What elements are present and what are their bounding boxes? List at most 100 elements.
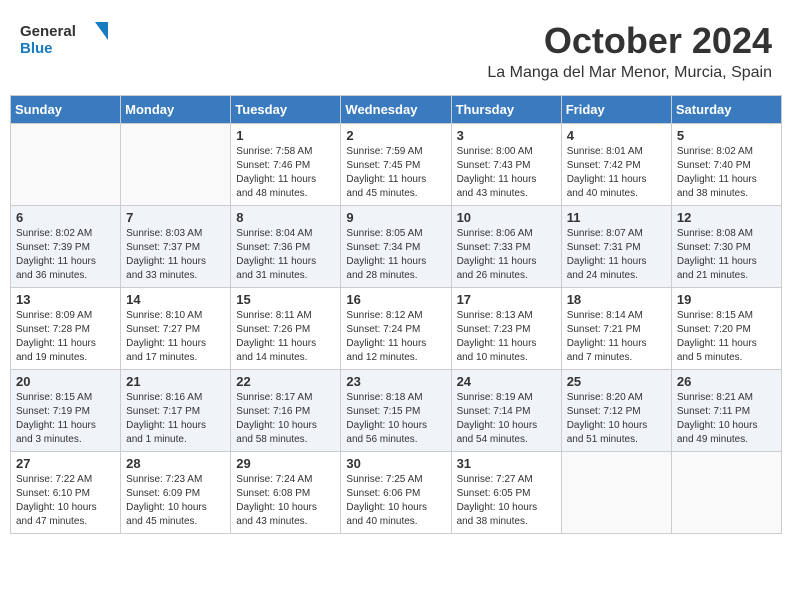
day-number: 3 xyxy=(457,128,556,143)
day-number: 12 xyxy=(677,210,776,225)
calendar-day-cell: 5Sunrise: 8:02 AMSunset: 7:40 PMDaylight… xyxy=(671,124,781,206)
day-info: Sunrise: 8:21 AMSunset: 7:11 PMDaylight:… xyxy=(677,391,776,447)
calendar-day-cell: 11 Sunrise: 8:07 AMSunset: 7:31 PMDayligh… xyxy=(561,206,671,288)
calendar-day-cell: 14 Sunrise: 8:10 AMSunset: 7:27 PMDayligh… xyxy=(121,288,231,370)
day-number: 4 xyxy=(567,128,666,143)
calendar-table: SundayMondayTuesdayWednesdayThursdayFrid… xyxy=(10,95,782,534)
calendar-day-cell: 10 Sunrise: 8:06 AMSunset: 7:33 PMDayligh… xyxy=(451,206,561,288)
page-header: General Blue October 2024 La Manga del M… xyxy=(10,10,782,87)
day-info: Sunrise: 8:13 AMSunset: 7:23 PMDaylight:… xyxy=(457,309,556,365)
calendar-day-cell: 7 Sunrise: 8:03 AMSunset: 7:37 PMDaylight… xyxy=(121,206,231,288)
calendar-day-cell: 4 Sunrise: 8:01 AMSunset: 7:42 PMDaylight… xyxy=(561,124,671,206)
day-number: 8 xyxy=(236,210,335,225)
calendar-week-row: 6Sunrise: 8:02 AMSunset: 7:39 PMDaylight… xyxy=(11,206,782,288)
weekday-header-row: SundayMondayTuesdayWednesdayThursdayFrid… xyxy=(11,96,782,124)
day-number: 15 xyxy=(236,292,335,307)
day-info: Sunrise: 8:07 AMSunset: 7:31 PMDaylight:… xyxy=(567,227,666,283)
day-number: 24 xyxy=(457,374,556,389)
day-number: 13 xyxy=(16,292,115,307)
calendar-day-cell xyxy=(671,452,781,534)
calendar-week-row: 27Sunrise: 7:22 AMSunset: 6:10 PMDayligh… xyxy=(11,452,782,534)
calendar-day-cell: 31 Sunrise: 7:27 AMSunset: 6:05 PMDayligh… xyxy=(451,452,561,534)
day-number: 11 xyxy=(567,210,666,225)
weekday-header-cell: Thursday xyxy=(451,96,561,124)
day-info: Sunrise: 7:23 AMSunset: 6:09 PMDaylight:… xyxy=(126,473,225,529)
day-number: 14 xyxy=(126,292,225,307)
day-info: Sunrise: 8:01 AMSunset: 7:42 PMDaylight:… xyxy=(567,145,666,201)
calendar-day-cell: 17 Sunrise: 8:13 AMSunset: 7:23 PMDayligh… xyxy=(451,288,561,370)
day-info: Sunrise: 7:27 AMSunset: 6:05 PMDaylight:… xyxy=(457,473,556,529)
calendar-day-cell: 22Sunrise: 8:17 AMSunset: 7:16 PMDayligh… xyxy=(231,370,341,452)
calendar-day-cell: 27Sunrise: 7:22 AMSunset: 6:10 PMDayligh… xyxy=(11,452,121,534)
day-info: Sunrise: 8:19 AMSunset: 7:14 PMDaylight:… xyxy=(457,391,556,447)
calendar-day-cell xyxy=(561,452,671,534)
day-info: Sunrise: 7:22 AMSunset: 6:10 PMDaylight:… xyxy=(16,473,115,529)
day-number: 30 xyxy=(346,456,445,471)
day-info: Sunrise: 8:04 AMSunset: 7:36 PMDaylight:… xyxy=(236,227,335,283)
day-info: Sunrise: 8:02 AMSunset: 7:40 PMDaylight:… xyxy=(677,145,776,201)
location-title: La Manga del Mar Menor, Murcia, Spain xyxy=(487,64,772,82)
day-info: Sunrise: 8:17 AMSunset: 7:16 PMDaylight:… xyxy=(236,391,335,447)
calendar-day-cell: 19 Sunrise: 8:15 AMSunset: 7:20 PMDayligh… xyxy=(671,288,781,370)
calendar-day-cell: 9 Sunrise: 8:05 AMSunset: 7:34 PMDaylight… xyxy=(341,206,451,288)
day-number: 29 xyxy=(236,456,335,471)
day-info: Sunrise: 7:59 AMSunset: 7:45 PMDaylight:… xyxy=(346,145,445,201)
day-info: Sunrise: 8:14 AMSunset: 7:21 PMDaylight:… xyxy=(567,309,666,365)
day-info: Sunrise: 8:05 AMSunset: 7:34 PMDaylight:… xyxy=(346,227,445,283)
calendar-day-cell: 25 Sunrise: 8:20 AMSunset: 7:12 PMDayligh… xyxy=(561,370,671,452)
calendar-day-cell: 28 Sunrise: 7:23 AMSunset: 6:09 PMDayligh… xyxy=(121,452,231,534)
day-info: Sunrise: 8:00 AMSunset: 7:43 PMDaylight:… xyxy=(457,145,556,201)
weekday-header-cell: Wednesday xyxy=(341,96,451,124)
day-number: 7 xyxy=(126,210,225,225)
calendar-day-cell: 30 Sunrise: 7:25 AMSunset: 6:06 PMDayligh… xyxy=(341,452,451,534)
logo-container: General Blue xyxy=(20,20,110,67)
day-number: 25 xyxy=(567,374,666,389)
calendar-day-cell: 18 Sunrise: 8:14 AMSunset: 7:21 PMDayligh… xyxy=(561,288,671,370)
day-info: Sunrise: 8:10 AMSunset: 7:27 PMDaylight:… xyxy=(126,309,225,365)
day-number: 17 xyxy=(457,292,556,307)
day-info: Sunrise: 8:15 AMSunset: 7:20 PMDaylight:… xyxy=(677,309,776,365)
day-info: Sunrise: 8:18 AMSunset: 7:15 PMDaylight:… xyxy=(346,391,445,447)
day-number: 18 xyxy=(567,292,666,307)
calendar-body: 1Sunrise: 7:58 AMSunset: 7:46 PMDaylight… xyxy=(11,124,782,534)
calendar-day-cell: 15Sunrise: 8:11 AMSunset: 7:26 PMDayligh… xyxy=(231,288,341,370)
day-number: 2 xyxy=(346,128,445,143)
day-number: 31 xyxy=(457,456,556,471)
day-info: Sunrise: 8:08 AMSunset: 7:30 PMDaylight:… xyxy=(677,227,776,283)
calendar-day-cell: 26 Sunrise: 8:21 AMSunset: 7:11 PMDayligh… xyxy=(671,370,781,452)
logo: General Blue xyxy=(20,20,110,67)
day-info: Sunrise: 8:09 AMSunset: 7:28 PMDaylight:… xyxy=(16,309,115,365)
calendar-day-cell xyxy=(121,124,231,206)
day-info: Sunrise: 8:02 AMSunset: 7:39 PMDaylight:… xyxy=(16,227,115,283)
calendar-day-cell: 2 Sunrise: 7:59 AMSunset: 7:45 PMDaylight… xyxy=(341,124,451,206)
calendar-day-cell xyxy=(11,124,121,206)
calendar-day-cell: 23Sunrise: 8:18 AMSunset: 7:15 PMDayligh… xyxy=(341,370,451,452)
day-number: 10 xyxy=(457,210,556,225)
calendar-day-cell: 1Sunrise: 7:58 AMSunset: 7:46 PMDaylight… xyxy=(231,124,341,206)
day-number: 9 xyxy=(346,210,445,225)
svg-text:General: General xyxy=(20,23,76,40)
day-info: Sunrise: 7:24 AMSunset: 6:08 PMDaylight:… xyxy=(236,473,335,529)
calendar-day-cell: 20 Sunrise: 8:15 AMSunset: 7:19 PMDayligh… xyxy=(11,370,121,452)
calendar-week-row: 1Sunrise: 7:58 AMSunset: 7:46 PMDaylight… xyxy=(11,124,782,206)
day-number: 16 xyxy=(346,292,445,307)
day-info: Sunrise: 8:03 AMSunset: 7:37 PMDaylight:… xyxy=(126,227,225,283)
title-block: October 2024 La Manga del Mar Menor, Mur… xyxy=(487,20,772,82)
day-number: 20 xyxy=(16,374,115,389)
day-info: Sunrise: 7:25 AMSunset: 6:06 PMDaylight:… xyxy=(346,473,445,529)
day-info: Sunrise: 8:16 AMSunset: 7:17 PMDaylight:… xyxy=(126,391,225,447)
day-info: Sunrise: 8:15 AMSunset: 7:19 PMDaylight:… xyxy=(16,391,115,447)
day-number: 21 xyxy=(126,374,225,389)
weekday-header-cell: Monday xyxy=(121,96,231,124)
day-number: 28 xyxy=(126,456,225,471)
weekday-header-cell: Sunday xyxy=(11,96,121,124)
month-title: October 2024 xyxy=(487,20,772,62)
day-number: 19 xyxy=(677,292,776,307)
day-info: Sunrise: 7:58 AMSunset: 7:46 PMDaylight:… xyxy=(236,145,335,201)
day-info: Sunrise: 8:20 AMSunset: 7:12 PMDaylight:… xyxy=(567,391,666,447)
day-info: Sunrise: 8:06 AMSunset: 7:33 PMDaylight:… xyxy=(457,227,556,283)
weekday-header-cell: Saturday xyxy=(671,96,781,124)
calendar-day-cell: 3 Sunrise: 8:00 AMSunset: 7:43 PMDaylight… xyxy=(451,124,561,206)
day-number: 26 xyxy=(677,374,776,389)
calendar-day-cell: 12 Sunrise: 8:08 AMSunset: 7:30 PMDayligh… xyxy=(671,206,781,288)
